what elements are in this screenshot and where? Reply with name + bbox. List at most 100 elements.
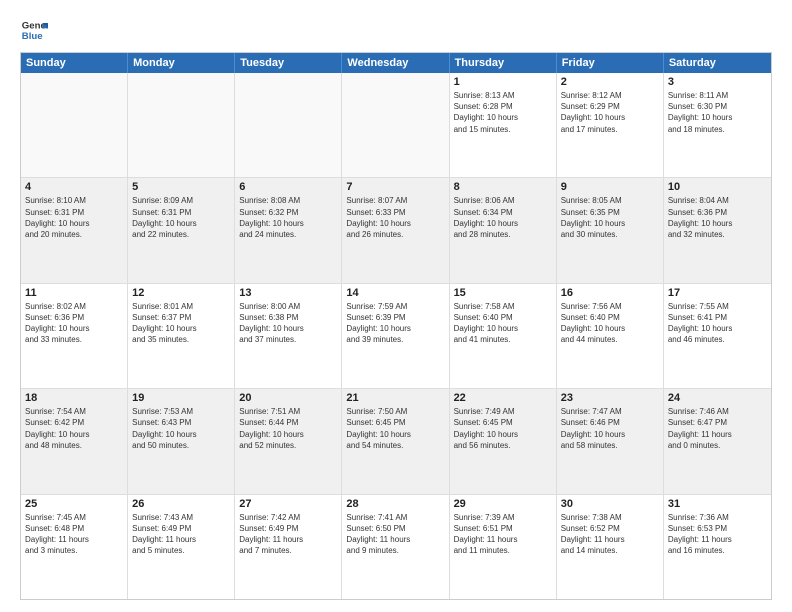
day-number: 4 <box>25 181 123 193</box>
day-info: Sunrise: 7:36 AMSunset: 6:53 PMDaylight:… <box>668 512 767 557</box>
day-cell-3: 3 Sunrise: 8:11 AMSunset: 6:30 PMDaylight… <box>664 73 771 177</box>
day-cell-9: 9Sunrise: 8:05 AMSunset: 6:35 PMDaylight… <box>557 178 664 282</box>
day-cell-17: 17 Sunrise: 7:55 AMSunset: 6:41 PMDayligh… <box>664 284 771 388</box>
empty-cell <box>342 73 449 177</box>
day-info: Sunrise: 8:06 AMSunset: 6:34 PMDaylight:… <box>454 195 552 240</box>
day-number: 20 <box>239 392 337 404</box>
day-number: 10 <box>668 181 767 193</box>
weekday-header-friday: Friday <box>557 53 664 73</box>
day-cell-26: 26 Sunrise: 7:43 AMSunset: 6:49 PMDayligh… <box>128 495 235 599</box>
day-info: Sunrise: 8:02 AMSunset: 6:36 PMDaylight:… <box>25 301 123 346</box>
day-info: Sunrise: 7:47 AMSunset: 6:46 PMDaylight:… <box>561 406 659 451</box>
day-info: Sunrise: 8:12 AMSunset: 6:29 PMDaylight:… <box>561 90 659 135</box>
day-number: 15 <box>454 287 552 299</box>
day-info: Sunrise: 7:38 AMSunset: 6:52 PMDaylight:… <box>561 512 659 557</box>
calendar-row-4: 25 Sunrise: 7:45 AMSunset: 6:48 PMDayligh… <box>21 495 771 599</box>
day-cell-14: 14 Sunrise: 7:59 AMSunset: 6:39 PMDayligh… <box>342 284 449 388</box>
day-info: Sunrise: 8:08 AMSunset: 6:32 PMDaylight:… <box>239 195 337 240</box>
day-cell-4: 4Sunrise: 8:10 AMSunset: 6:31 PMDaylight… <box>21 178 128 282</box>
day-info: Sunrise: 7:58 AMSunset: 6:40 PMDaylight:… <box>454 301 552 346</box>
calendar-row-1: 4Sunrise: 8:10 AMSunset: 6:31 PMDaylight… <box>21 178 771 283</box>
day-cell-24: 24 Sunrise: 7:46 AMSunset: 6:47 PMDayligh… <box>664 389 771 493</box>
logo: General Blue <box>20 16 52 44</box>
day-cell-30: 30 Sunrise: 7:38 AMSunset: 6:52 PMDayligh… <box>557 495 664 599</box>
day-number: 18 <box>25 392 123 404</box>
day-number: 14 <box>346 287 444 299</box>
day-number: 30 <box>561 498 659 510</box>
day-cell-16: 16 Sunrise: 7:56 AMSunset: 6:40 PMDayligh… <box>557 284 664 388</box>
day-cell-6: 6 Sunrise: 8:08 AMSunset: 6:32 PMDaylight… <box>235 178 342 282</box>
day-number: 8 <box>454 181 552 193</box>
day-info: Sunrise: 7:50 AMSunset: 6:45 PMDaylight:… <box>346 406 444 451</box>
day-info: Sunrise: 7:46 AMSunset: 6:47 PMDaylight:… <box>668 406 767 451</box>
empty-cell <box>235 73 342 177</box>
weekday-header-sunday: Sunday <box>21 53 128 73</box>
day-info: Sunrise: 7:56 AMSunset: 6:40 PMDaylight:… <box>561 301 659 346</box>
calendar-row-3: 18Sunrise: 7:54 AMSunset: 6:42 PMDayligh… <box>21 389 771 494</box>
day-number: 31 <box>668 498 767 510</box>
day-cell-22: 22Sunrise: 7:49 AMSunset: 6:45 PMDayligh… <box>450 389 557 493</box>
day-number: 3 <box>668 76 767 88</box>
day-cell-10: 10 Sunrise: 8:04 AMSunset: 6:36 PMDayligh… <box>664 178 771 282</box>
empty-cell <box>128 73 235 177</box>
day-number: 12 <box>132 287 230 299</box>
day-number: 24 <box>668 392 767 404</box>
day-cell-7: 7Sunrise: 8:07 AMSunset: 6:33 PMDaylight… <box>342 178 449 282</box>
day-number: 26 <box>132 498 230 510</box>
day-number: 28 <box>346 498 444 510</box>
day-info: Sunrise: 7:55 AMSunset: 6:41 PMDaylight:… <box>668 301 767 346</box>
day-cell-28: 28 Sunrise: 7:41 AMSunset: 6:50 PMDayligh… <box>342 495 449 599</box>
day-cell-8: 8 Sunrise: 8:06 AMSunset: 6:34 PMDaylight… <box>450 178 557 282</box>
day-number: 13 <box>239 287 337 299</box>
day-number: 1 <box>454 76 552 88</box>
day-number: 21 <box>346 392 444 404</box>
day-number: 16 <box>561 287 659 299</box>
day-info: Sunrise: 8:01 AMSunset: 6:37 PMDaylight:… <box>132 301 230 346</box>
day-cell-5: 5Sunrise: 8:09 AMSunset: 6:31 PMDaylight… <box>128 178 235 282</box>
day-cell-13: 13 Sunrise: 8:00 AMSunset: 6:38 PMDayligh… <box>235 284 342 388</box>
day-info: Sunrise: 7:59 AMSunset: 6:39 PMDaylight:… <box>346 301 444 346</box>
day-info: Sunrise: 7:45 AMSunset: 6:48 PMDaylight:… <box>25 512 123 557</box>
logo-icon: General Blue <box>20 16 48 44</box>
day-number: 9 <box>561 181 659 193</box>
weekday-header-saturday: Saturday <box>664 53 771 73</box>
calendar-row-2: 11 Sunrise: 8:02 AMSunset: 6:36 PMDayligh… <box>21 284 771 389</box>
day-cell-2: 2 Sunrise: 8:12 AMSunset: 6:29 PMDaylight… <box>557 73 664 177</box>
day-info: Sunrise: 8:04 AMSunset: 6:36 PMDaylight:… <box>668 195 767 240</box>
day-info: Sunrise: 7:51 AMSunset: 6:44 PMDaylight:… <box>239 406 337 451</box>
day-info: Sunrise: 7:39 AMSunset: 6:51 PMDaylight:… <box>454 512 552 557</box>
day-info: Sunrise: 7:53 AMSunset: 6:43 PMDaylight:… <box>132 406 230 451</box>
header: General Blue <box>20 16 772 44</box>
calendar-body: 1 Sunrise: 8:13 AMSunset: 6:28 PMDaylight… <box>21 73 771 599</box>
day-cell-11: 11 Sunrise: 8:02 AMSunset: 6:36 PMDayligh… <box>21 284 128 388</box>
empty-cell <box>21 73 128 177</box>
day-cell-15: 15 Sunrise: 7:58 AMSunset: 6:40 PMDayligh… <box>450 284 557 388</box>
day-info: Sunrise: 8:13 AMSunset: 6:28 PMDaylight:… <box>454 90 552 135</box>
day-info: Sunrise: 8:07 AMSunset: 6:33 PMDaylight:… <box>346 195 444 240</box>
calendar: SundayMondayTuesdayWednesdayThursdayFrid… <box>20 52 772 600</box>
day-cell-18: 18Sunrise: 7:54 AMSunset: 6:42 PMDayligh… <box>21 389 128 493</box>
calendar-row-0: 1 Sunrise: 8:13 AMSunset: 6:28 PMDaylight… <box>21 73 771 178</box>
weekday-header-wednesday: Wednesday <box>342 53 449 73</box>
day-cell-19: 19Sunrise: 7:53 AMSunset: 6:43 PMDayligh… <box>128 389 235 493</box>
day-cell-27: 27Sunrise: 7:42 AMSunset: 6:49 PMDayligh… <box>235 495 342 599</box>
day-number: 2 <box>561 76 659 88</box>
day-cell-12: 12 Sunrise: 8:01 AMSunset: 6:37 PMDayligh… <box>128 284 235 388</box>
day-cell-31: 31 Sunrise: 7:36 AMSunset: 6:53 PMDayligh… <box>664 495 771 599</box>
day-number: 25 <box>25 498 123 510</box>
day-cell-21: 21 Sunrise: 7:50 AMSunset: 6:45 PMDayligh… <box>342 389 449 493</box>
weekday-header-tuesday: Tuesday <box>235 53 342 73</box>
day-info: Sunrise: 8:11 AMSunset: 6:30 PMDaylight:… <box>668 90 767 135</box>
day-cell-20: 20 Sunrise: 7:51 AMSunset: 6:44 PMDayligh… <box>235 389 342 493</box>
day-number: 17 <box>668 287 767 299</box>
weekday-header-monday: Monday <box>128 53 235 73</box>
day-info: Sunrise: 7:42 AMSunset: 6:49 PMDaylight:… <box>239 512 337 557</box>
day-info: Sunrise: 7:43 AMSunset: 6:49 PMDaylight:… <box>132 512 230 557</box>
day-info: Sunrise: 7:41 AMSunset: 6:50 PMDaylight:… <box>346 512 444 557</box>
day-number: 6 <box>239 181 337 193</box>
day-number: 11 <box>25 287 123 299</box>
day-info: Sunrise: 8:00 AMSunset: 6:38 PMDaylight:… <box>239 301 337 346</box>
day-cell-29: 29Sunrise: 7:39 AMSunset: 6:51 PMDayligh… <box>450 495 557 599</box>
weekday-header-thursday: Thursday <box>450 53 557 73</box>
day-info: Sunrise: 8:09 AMSunset: 6:31 PMDaylight:… <box>132 195 230 240</box>
